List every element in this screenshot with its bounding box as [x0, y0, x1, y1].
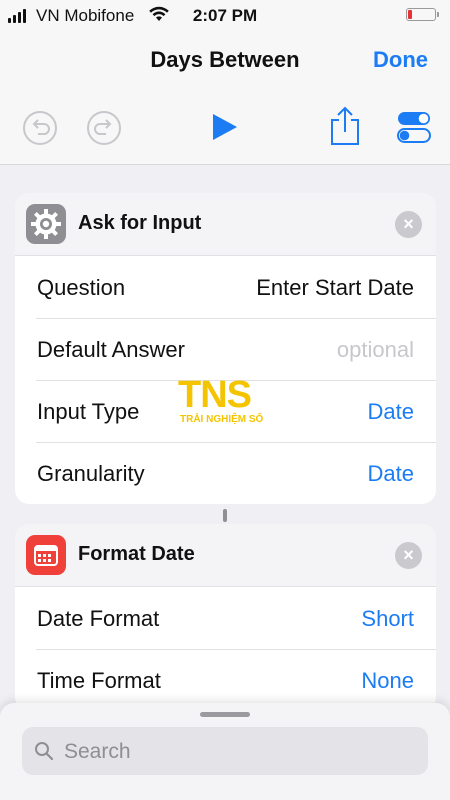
- close-icon[interactable]: ×: [395, 211, 422, 238]
- date-format-selector[interactable]: Short: [361, 606, 414, 632]
- play-icon[interactable]: [210, 112, 240, 147]
- search-bar[interactable]: [22, 727, 428, 777]
- watermark-subtitle: TRẢI NGHIỆM SỐ: [180, 414, 264, 425]
- ask-for-input-action-card[interactable]: Ask for Input × Question Enter Start Dat…: [15, 193, 436, 504]
- row-label: Time Format: [37, 668, 161, 693]
- card-title: Ask for Input: [78, 212, 202, 234]
- watermark-logo: TNS TRẢI NGHIỆM SỐ: [178, 374, 273, 426]
- time-format-selector[interactable]: None: [361, 668, 414, 694]
- parameter-row-question[interactable]: Question Enter Start Date: [15, 256, 436, 318]
- search-input[interactable]: [62, 727, 416, 777]
- input-type-selector[interactable]: Date: [368, 399, 414, 425]
- close-icon[interactable]: ×: [395, 542, 422, 569]
- row-label: Input Type: [37, 399, 140, 424]
- editor-toolbar: [0, 90, 450, 165]
- sheet-grabber-handle[interactable]: [200, 712, 250, 717]
- parameter-row-date-format[interactable]: Date Format Short: [15, 587, 436, 649]
- undo-icon[interactable]: [22, 110, 58, 151]
- default-answer-field[interactable]: optional: [337, 337, 414, 363]
- navigation-bar: Days Between Done: [0, 32, 450, 90]
- parameter-row-granularity[interactable]: Granularity Date: [15, 442, 436, 504]
- action-connector: [223, 509, 227, 522]
- settings-toggle-icon[interactable]: [397, 110, 431, 149]
- row-label: Default Answer: [37, 337, 185, 362]
- battery-level: [408, 10, 413, 19]
- calendar-icon: [26, 535, 66, 575]
- actions-bottom-sheet[interactable]: [0, 703, 450, 800]
- row-label: Question: [37, 275, 126, 300]
- status-bar: VN Mobifone 2:07 PM: [0, 0, 450, 32]
- status-time: 2:07 PM: [192, 6, 258, 25]
- card-header: Ask for Input ×: [15, 193, 436, 256]
- row-label: Date Format: [37, 606, 160, 631]
- watermark-letters: TNS: [178, 374, 252, 416]
- done-button[interactable]: Done: [373, 47, 428, 73]
- parameter-row-time-format[interactable]: Time Format None: [15, 649, 436, 711]
- question-field[interactable]: Enter Start Date: [256, 275, 414, 301]
- format-date-action-card[interactable]: Format Date × Date Format Short Time For…: [15, 524, 436, 711]
- card-title: Format Date: [78, 543, 195, 565]
- redo-icon[interactable]: [86, 110, 122, 151]
- gear-icon: [26, 204, 66, 244]
- granularity-selector[interactable]: Date: [368, 461, 414, 487]
- card-header: Format Date ×: [15, 524, 436, 587]
- parameter-row-default-answer[interactable]: Default Answer optional: [15, 318, 436, 380]
- share-icon[interactable]: [329, 106, 361, 151]
- search-icon: [34, 741, 54, 766]
- battery-icon: [406, 8, 439, 21]
- row-label: Granularity: [37, 461, 145, 486]
